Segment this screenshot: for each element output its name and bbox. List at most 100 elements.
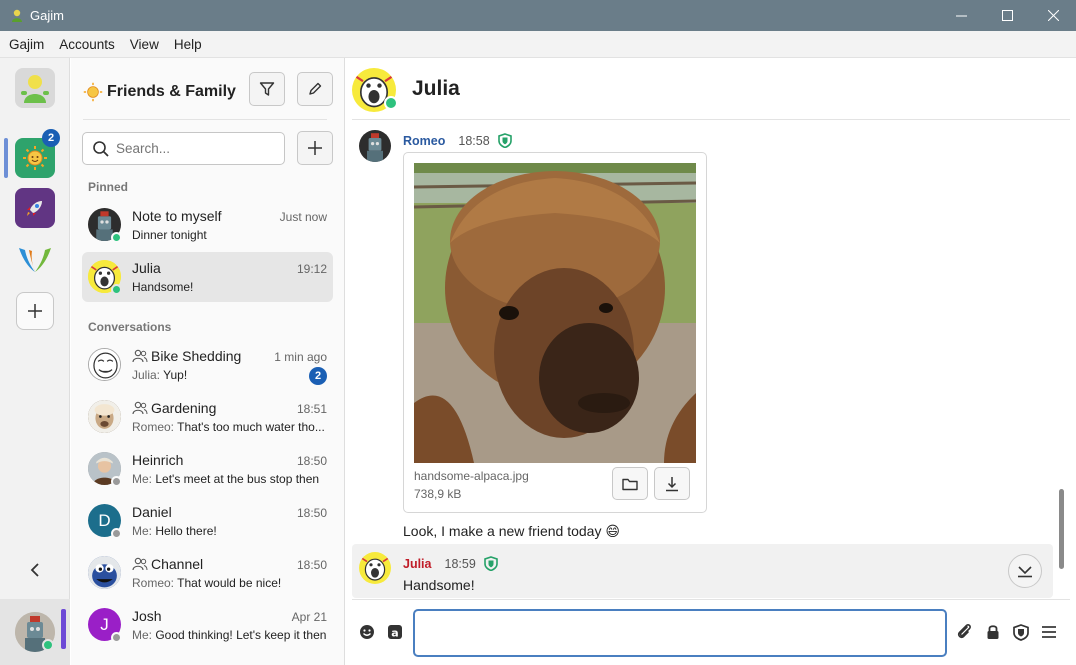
presence-dot [111, 632, 122, 643]
search-icon [93, 140, 109, 157]
window-title: Gajim [30, 8, 64, 23]
omemo-shield-icon [1013, 623, 1029, 641]
preview-sender: Romeo: [132, 576, 178, 590]
preview-text: Hello there! [155, 524, 217, 538]
rocket-icon [27, 201, 42, 216]
preview-text: That's too much water tho... [177, 420, 325, 434]
unread-badge: 2 [309, 367, 327, 385]
chat-scrollbar[interactable] [1059, 489, 1064, 569]
filter-button[interactable] [249, 72, 285, 106]
chat-row-bike-shedding[interactable]: Bike Shedding 1 min ago Julia: Yup! 2 [82, 340, 333, 390]
group-chat-icon [132, 349, 148, 363]
menu-bar: Gajim Accounts View Help [0, 31, 1076, 58]
emoji-button[interactable] [356, 621, 378, 643]
chat-row-channel[interactable]: Channel 18:50 Romeo: That would be nice! [82, 548, 333, 598]
folder-icon [622, 478, 638, 490]
chat-time: Apr 21 [291, 610, 327, 624]
active-workspace-indicator [4, 138, 8, 178]
preview-text: Handsome! [132, 280, 194, 294]
search-box[interactable] [82, 132, 285, 165]
chat-row-heinrich[interactable]: Heinrich 18:50 Me: Let's meet at the bus… [82, 444, 333, 494]
preview-text: Good thinking! Let's keep it then [155, 628, 327, 642]
file-preview-card: handsome-alpaca.jpg 738,9 kB [403, 152, 707, 513]
attach-file-button[interactable] [954, 621, 976, 643]
header-divider [83, 119, 327, 120]
chat-preview: Me: Good thinking! Let's keep it then [132, 628, 328, 642]
contact-presence-dot [384, 96, 398, 110]
filter-icon [259, 82, 275, 96]
open-folder-button[interactable] [612, 467, 648, 500]
contact-name[interactable]: Julia [412, 77, 460, 101]
workspace-xmpp[interactable] [15, 240, 55, 280]
chat-name: Note to myself [132, 208, 222, 224]
maximize-button[interactable] [984, 0, 1030, 31]
omemo-button[interactable] [1010, 621, 1032, 643]
add-button[interactable] [297, 131, 333, 165]
message-meta: Romeo 18:58 [403, 133, 512, 148]
chat-preview: Dinner tonight [132, 228, 328, 242]
message-time: 18:59 [444, 556, 476, 571]
chat-name: Daniel [132, 504, 172, 520]
message-sender[interactable]: Romeo [403, 134, 445, 148]
message-input[interactable] [415, 611, 945, 655]
gajim-app-icon [12, 9, 22, 22]
avatar [88, 556, 121, 589]
robot-avatar-icon [359, 130, 391, 162]
message-avatar[interactable] [359, 552, 391, 584]
message-composer[interactable] [413, 609, 947, 657]
chat-preview: Romeo: That would be nice! [132, 576, 328, 590]
chat-time: 18:50 [296, 558, 327, 572]
conversations-section-label: Conversations [88, 320, 172, 334]
menu-gajim[interactable]: Gajim [9, 37, 44, 52]
svg-text:a: a [391, 627, 398, 640]
chat-row-daniel[interactable]: D Daniel 18:50 Me: Hello there! [82, 496, 333, 546]
title-bar: Gajim [0, 0, 1076, 31]
download-button[interactable] [654, 467, 690, 500]
account-button[interactable] [15, 68, 55, 108]
meme-face-avatar-icon [89, 349, 120, 380]
message-time: 18:58 [458, 133, 490, 148]
xmpp-logo-icon [19, 248, 51, 272]
workspace-unread-badge: 2 [42, 129, 60, 147]
formatting-button[interactable]: a [384, 621, 406, 643]
chat-header: Julia [346, 58, 1076, 119]
start-chat-button[interactable] [297, 72, 333, 106]
monster-avatar-icon [88, 556, 121, 589]
minimize-button[interactable] [938, 0, 984, 31]
workspace-title-text: Friends & Family [107, 83, 236, 100]
presence-dot [111, 528, 122, 539]
message-avatar[interactable] [359, 130, 391, 162]
menu-accounts[interactable]: Accounts [59, 37, 115, 52]
chat-row-julia[interactable]: Julia 19:12 Handsome! [82, 252, 333, 302]
collapse-sidebar-button[interactable] [15, 550, 55, 590]
group-chat-icon [132, 557, 148, 571]
chat-view: Julia Romeo 18:58 handsome-alpaca.jpg 73… [346, 58, 1076, 665]
encryption-lock-button[interactable] [982, 621, 1004, 643]
julia-avatar-icon [359, 552, 391, 584]
menu-view[interactable]: View [130, 37, 159, 52]
sun-icon [83, 82, 103, 102]
search-input[interactable] [116, 141, 276, 156]
workspace-rocket[interactable] [15, 188, 55, 228]
image-preview[interactable] [414, 163, 696, 463]
chevron-left-icon [30, 563, 39, 577]
scroll-to-bottom-button[interactable] [1008, 554, 1042, 588]
workspace-title: Friends & Family [83, 82, 236, 102]
message-sender[interactable]: Julia [403, 557, 432, 571]
paperclip-icon [957, 624, 971, 639]
add-workspace-button[interactable] [16, 292, 54, 330]
menu-help[interactable]: Help [174, 37, 202, 52]
file-name: handsome-alpaca.jpg [414, 469, 529, 483]
preview-sender: Me: [132, 628, 156, 642]
chat-row-gardening[interactable]: Gardening 18:51 Romeo: That's too much w… [82, 392, 333, 442]
chat-row-josh[interactable]: J Josh Apr 21 Me: Good thinking! Let's k… [82, 600, 333, 650]
chat-preview: Me: Let's meet at the bus stop then [132, 472, 328, 486]
sun-icon [23, 146, 47, 170]
alpaca-avatar-icon [88, 400, 121, 433]
preview-text: That would be nice! [177, 576, 282, 590]
more-actions-button[interactable] [1038, 621, 1060, 643]
close-button[interactable] [1030, 0, 1076, 31]
message-text: Look, I make a new friend today 😄 [403, 523, 620, 539]
self-account-area[interactable] [0, 599, 70, 665]
chat-row-note-to-myself[interactable]: Note to myself Just now Dinner tonight [82, 200, 333, 250]
